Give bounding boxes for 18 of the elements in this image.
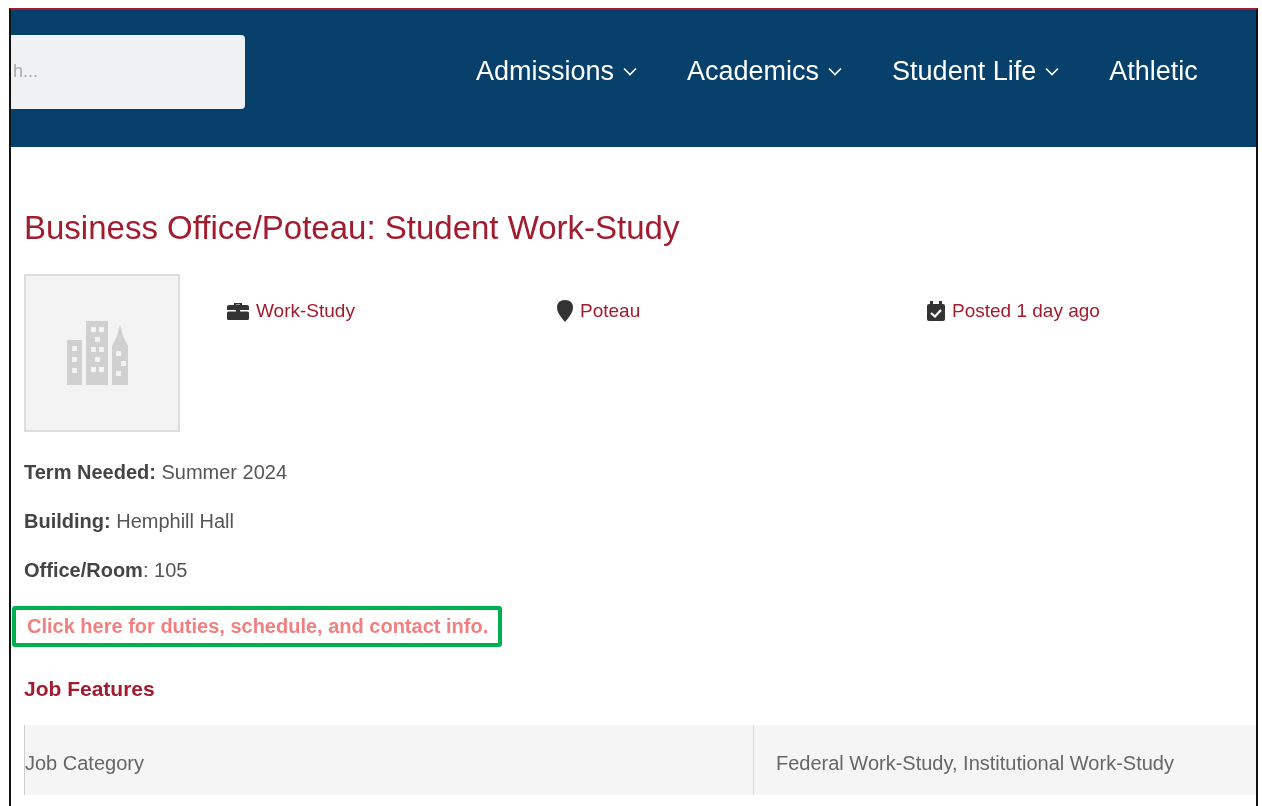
nav-menu-item[interactable]: Admissions <box>476 56 638 87</box>
meta-link[interactable]: Poteau <box>580 300 641 322</box>
briefcase-icon <box>227 302 249 320</box>
nav-menu-item[interactable]: Academics <box>687 56 843 87</box>
table-cell-text: Job Category <box>25 750 145 776</box>
nav-menu-item[interactable]: Student Life <box>892 56 1060 87</box>
detail-line: Office/Room: 105 <box>24 558 189 582</box>
detail-line: Building: Hemphill Hall <box>24 509 235 533</box>
detail-line: Term Needed: Summer 2024 <box>24 460 289 484</box>
nav-menu-item[interactable]: Athletic <box>1109 56 1198 87</box>
meta-link[interactable]: Work-Study <box>256 300 355 322</box>
map-pin-icon <box>557 300 573 322</box>
table-cell: Federal Work-Study, Institutional Work-Study <box>753 725 1253 795</box>
section-heading: Job Features <box>24 677 156 701</box>
posted-date: Posted 1 day ago <box>952 300 1100 322</box>
job-title: Business Office/Poteau: Student Work-Study <box>24 209 681 247</box>
calendar-check-icon <box>927 301 945 321</box>
search-field[interactable]: h... <box>11 34 245 109</box>
